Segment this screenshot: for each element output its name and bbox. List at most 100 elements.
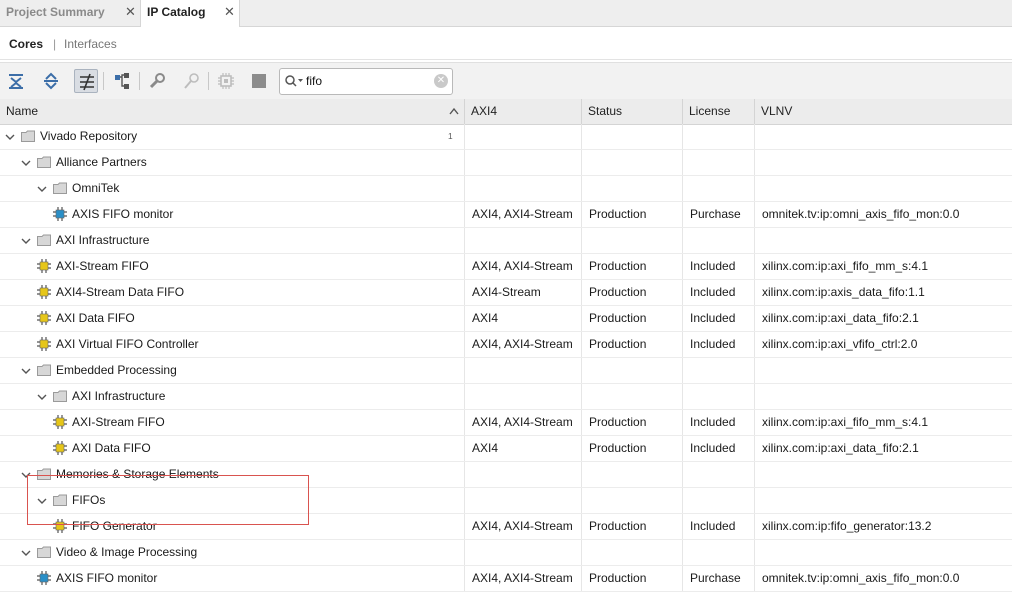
ip-core-icon <box>37 259 51 273</box>
column-divider <box>754 358 755 383</box>
cell-status: Production <box>589 337 647 351</box>
column-divider <box>581 176 582 201</box>
tree-folder-row[interactable]: Alliance Partners <box>0 150 1012 176</box>
column-divider <box>754 254 755 279</box>
tree-label: Vivado Repository <box>40 129 138 143</box>
column-divider <box>682 306 683 331</box>
expand-all-icon <box>44 72 58 90</box>
collapse-all-button[interactable] <box>4 69 28 93</box>
column-divider <box>754 540 755 565</box>
chevron-down-icon[interactable] <box>21 236 31 246</box>
ip-row[interactable]: AXI-Stream FIFO AXI4, AXI4-Stream Producti… <box>0 410 1012 436</box>
clear-search-icon[interactable]: ✕ <box>434 74 448 88</box>
tab-project-summary[interactable]: Project Summary ✕ <box>0 0 140 26</box>
tree-folder-row[interactable]: OmniTek <box>0 176 1012 202</box>
tab-ip-catalog[interactable]: IP Catalog ✕ <box>140 0 240 27</box>
customize-ip-button[interactable] <box>145 69 169 93</box>
cell-license: Included <box>690 337 736 351</box>
tree-folder-row[interactable]: Video & Image Processing <box>0 540 1012 566</box>
column-divider <box>464 462 465 487</box>
cell-vlnv: omnitek.tv:ip:omni_axis_fifo_mon:0.0 <box>762 207 960 221</box>
hierarchy-button[interactable] <box>110 69 134 93</box>
tab-label: Project Summary <box>6 5 105 19</box>
cell-vlnv: xilinx.com:ip:axi_vfifo_ctrl:2.0 <box>762 337 918 351</box>
column-header-license[interactable]: License <box>683 99 755 124</box>
tab-interfaces[interactable]: Interfaces <box>64 37 117 51</box>
cell-status: Production <box>589 441 647 455</box>
tree-label: Embedded Processing <box>56 363 177 377</box>
ip-name: AXI-Stream FIFO <box>72 415 165 429</box>
catalog-subtabs: Cores | Interfaces <box>0 27 1012 60</box>
ip-chip-button[interactable] <box>214 69 238 93</box>
ip-core-icon <box>37 285 51 299</box>
column-divider <box>581 488 582 513</box>
search-input[interactable] <box>306 72 424 89</box>
column-divider <box>754 280 755 305</box>
cell-license: Purchase <box>690 207 741 221</box>
column-divider <box>682 124 683 149</box>
chevron-down-icon[interactable] <box>21 548 31 558</box>
column-divider <box>682 488 683 513</box>
tree-folder-row[interactable]: Embedded Processing <box>0 358 1012 384</box>
cell-axi4: AXI4-Stream <box>472 285 541 299</box>
column-label: Name <box>6 104 39 118</box>
chevron-down-icon[interactable] <box>21 158 31 168</box>
ip-row[interactable]: AXI Virtual FIFO Controller AXI4, AXI4-St… <box>0 332 1012 358</box>
tree-folder-row[interactable]: Vivado Repository <box>0 124 1012 150</box>
ip-row[interactable]: AXI Data FIFO AXI4 Production Included xilin… <box>0 306 1012 332</box>
column-divider <box>754 150 755 175</box>
column-divider <box>754 202 755 227</box>
column-divider <box>682 202 683 227</box>
cell-license: Purchase <box>690 571 741 585</box>
column-header-vlnv[interactable]: VLNV <box>755 99 1012 124</box>
cell-status: Production <box>589 571 647 585</box>
column-divider <box>581 384 582 409</box>
ip-row[interactable]: AXIS FIFO monitor AXI4, AXI4-Stream Produc… <box>0 566 1012 592</box>
column-divider <box>754 176 755 201</box>
column-divider <box>581 332 582 357</box>
ip-row[interactable]: AXIS FIFO monitor AXI4, AXI4-Stream Produc… <box>0 202 1012 228</box>
column-header-name[interactable]: Name 1 <box>0 99 465 141</box>
stop-button[interactable] <box>247 69 271 93</box>
chevron-down-icon[interactable] <box>21 366 31 376</box>
ip-row[interactable]: AXI Data FIFO AXI4 Production Included xilin… <box>0 436 1012 462</box>
search-box[interactable]: ✕ <box>279 68 453 95</box>
column-divider <box>464 176 465 201</box>
ip-row[interactable]: AXI-Stream FIFO AXI4, AXI4-Stream Producti… <box>0 254 1012 280</box>
column-divider <box>682 280 683 305</box>
column-divider <box>754 488 755 513</box>
tree-folder-row[interactable]: AXI Infrastructure <box>0 384 1012 410</box>
column-divider <box>682 540 683 565</box>
ip-row[interactable]: AXI4-Stream Data FIFO AXI4-Stream Producti… <box>0 280 1012 306</box>
column-divider <box>464 566 465 591</box>
folder-icon <box>37 364 51 376</box>
column-header-axi4[interactable]: AXI4 <box>465 99 582 124</box>
cell-axi4: AXI4, AXI4-Stream <box>472 207 573 221</box>
close-icon[interactable]: ✕ <box>125 0 136 24</box>
cell-axi4: AXI4 <box>472 441 499 455</box>
cell-license: Included <box>690 285 736 299</box>
expand-all-button[interactable] <box>39 69 63 93</box>
edit-ip-button[interactable] <box>180 69 204 93</box>
catalog-toolbar: ✕ <box>0 62 1012 99</box>
column-header-status[interactable]: Status <box>582 99 683 124</box>
folder-icon <box>53 390 67 402</box>
tab-cores[interactable]: Cores <box>9 37 43 51</box>
stop-icon <box>252 74 266 88</box>
column-divider <box>682 332 683 357</box>
column-divider <box>464 124 465 149</box>
chevron-down-icon[interactable] <box>37 392 47 402</box>
tree-folder-row[interactable]: AXI Infrastructure <box>0 228 1012 254</box>
column-divider <box>682 384 683 409</box>
column-divider <box>682 176 683 201</box>
column-divider <box>581 514 582 539</box>
column-divider <box>682 254 683 279</box>
close-icon[interactable]: ✕ <box>224 0 235 24</box>
chevron-down-icon[interactable] <box>5 132 15 142</box>
filter-button[interactable] <box>74 69 98 93</box>
chevron-down-icon[interactable] <box>37 184 47 194</box>
column-divider <box>464 254 465 279</box>
column-divider <box>754 566 755 591</box>
ip-name: AXI Data FIFO <box>72 441 151 455</box>
cell-axi4: AXI4, AXI4-Stream <box>472 571 573 585</box>
